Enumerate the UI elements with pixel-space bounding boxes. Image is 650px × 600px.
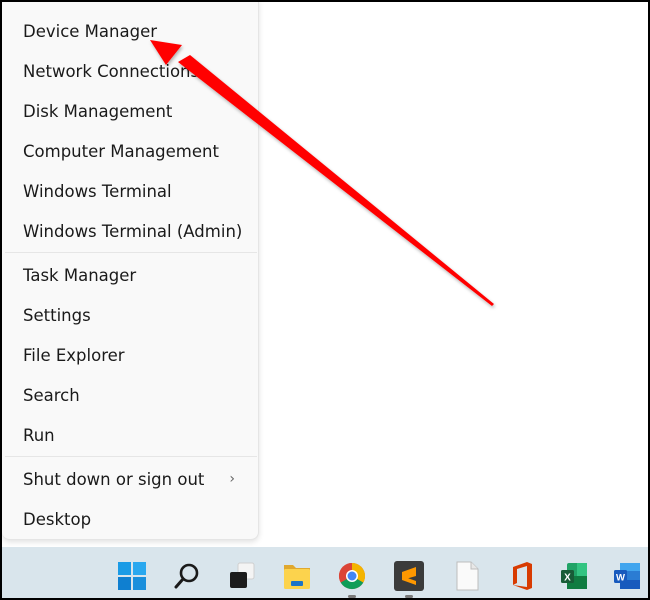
chevron-right-icon: › (229, 471, 235, 487)
menu-item-label: Network Connections (23, 61, 200, 81)
menu-item-network-connections[interactable]: Network Connections (2, 51, 257, 91)
search-icon[interactable] (172, 561, 202, 591)
quick-link-menu: Device Manager Network Connections Disk … (2, 0, 259, 540)
word-letter: W (616, 573, 625, 584)
sublime-running-indicator (405, 595, 413, 598)
menu-item-disk-management[interactable]: Disk Management (2, 91, 257, 131)
menu-item-label: Windows Terminal (Admin) (23, 221, 243, 241)
menu-item-label: Run (23, 425, 55, 445)
file-explorer-icon[interactable] (282, 561, 312, 591)
menu-item-label: File Explorer (23, 345, 125, 365)
start-icon[interactable] (117, 561, 147, 591)
menu-item-label: Task Manager (23, 265, 137, 285)
office-icon[interactable] (507, 561, 537, 591)
menu-item-label: Settings (23, 305, 91, 325)
menu-item-search[interactable]: Search (2, 375, 257, 415)
menu-separator (5, 456, 257, 457)
menu-item-desktop[interactable]: Desktop (2, 499, 257, 539)
menu-item-computer-management[interactable]: Computer Management (2, 131, 257, 171)
menu-item-run[interactable]: Run (2, 415, 257, 455)
menu-item-label: Search (23, 385, 80, 405)
menu-item-device-manager[interactable]: Device Manager (2, 11, 257, 51)
menu-item-file-explorer[interactable]: File Explorer (2, 335, 257, 375)
excel-letter: X (564, 573, 571, 584)
task-view-icon[interactable] (227, 561, 257, 591)
excel-icon[interactable]: X (559, 561, 589, 591)
menu-item-label: Computer Management (23, 141, 219, 161)
menu-item-label: Shut down or sign out (23, 469, 205, 489)
menu-item-label: Windows Terminal (23, 181, 172, 201)
word-icon[interactable]: W (612, 561, 642, 591)
menu-item-windows-terminal[interactable]: Windows Terminal (2, 171, 257, 211)
taskbar: X W (2, 547, 648, 598)
menu-separator (5, 252, 257, 253)
menu-item-task-manager[interactable]: Task Manager (2, 255, 257, 295)
menu-item-windows-terminal-admin[interactable]: Windows Terminal (Admin) (2, 211, 257, 251)
menu-item-label: Disk Management (23, 101, 173, 121)
menu-item-settings[interactable]: Settings (2, 295, 257, 335)
menu-item-label: Desktop (23, 509, 92, 529)
chrome-running-indicator (348, 595, 356, 598)
chrome-icon[interactable] (337, 561, 367, 591)
sublime-text-icon[interactable] (394, 561, 424, 591)
menu-item-label: Device Manager (23, 21, 157, 41)
blank-file-icon[interactable] (452, 561, 482, 591)
menu-item-shut-down-or-sign-out[interactable]: Shut down or sign out › (2, 459, 257, 499)
